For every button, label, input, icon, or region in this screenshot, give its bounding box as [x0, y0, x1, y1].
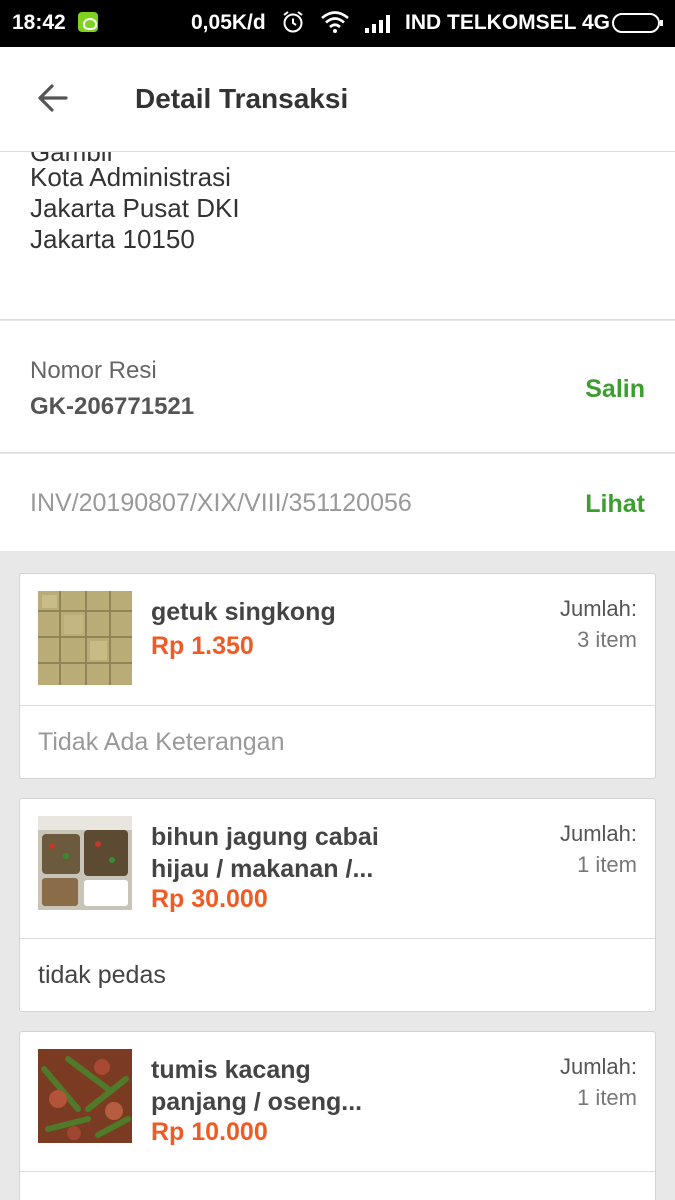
android-app-icon [78, 12, 98, 32]
battery-icon [612, 13, 663, 33]
product-note: Tidak Ada Keterangan [38, 728, 285, 756]
product-thumbnail [38, 1049, 132, 1143]
product-name: bihun jagung cabai hijau / makanan /... [151, 823, 379, 883]
invoice-section: INV/20190807/XIX/VIII/351120056 Lihat [0, 454, 675, 551]
status-bar: 18:42 0,05K/d IND TELKOMSEL 4G [0, 0, 675, 47]
view-invoice-button[interactable]: Lihat [585, 490, 645, 519]
product-price: Rp 10.000 [151, 1118, 268, 1146]
product-summary[interactable]: bihun jagung cabai hijau / makanan /... … [20, 799, 655, 939]
product-thumbnail [38, 591, 132, 685]
status-time: 18:42 [12, 11, 66, 34]
address-line: Jakarta Pusat DKI [30, 193, 240, 223]
tracking-number-label: Nomor Resi [30, 357, 157, 384]
product-price: Rp 30.000 [151, 885, 268, 913]
product-name: tumis kacang panjang / oseng... [151, 1056, 363, 1116]
copy-tracking-button[interactable]: Salin [585, 375, 645, 404]
quantity-label: Jumlah: [559, 821, 637, 846]
product-name: getuk singkong [151, 598, 336, 626]
address-line: Jakarta 10150 [30, 224, 195, 254]
invoice-number: INV/20190807/XIX/VIII/351120056 [30, 489, 412, 517]
product-card: bihun jagung cabai hijau / makanan /... … [19, 798, 656, 1012]
quantity-value: 3 item [577, 627, 637, 652]
network-speed: 0,05K/d [191, 11, 266, 34]
address-line: Kota Administrasi [30, 162, 231, 192]
shipping-address: Gambir Kota Administrasi Jakarta Pusat D… [0, 152, 675, 320]
quantity-value: 1 item [577, 1085, 637, 1110]
product-summary[interactable]: getuk singkong Rp 1.350 Jumlah: 3 item [20, 574, 655, 706]
alarm-icon [283, 11, 303, 33]
product-note: tidak pedas [38, 961, 166, 989]
app-bar: Detail Transaksi [0, 47, 675, 152]
product-price: Rp 1.350 [151, 632, 254, 660]
back-arrow-icon[interactable] [36, 81, 70, 115]
carrier-name: IND TELKOMSEL 4G [405, 11, 610, 34]
product-thumbnail [38, 816, 132, 910]
tracking-number-section: Nomor Resi GK-206771521 Salin [0, 321, 675, 453]
tracking-number-value: GK-206771521 [30, 393, 195, 420]
wifi-icon [321, 11, 349, 33]
page-title: Detail Transaksi [135, 83, 349, 114]
quantity-value: 1 item [577, 852, 637, 877]
product-summary[interactable]: tumis kacang panjang / oseng... Rp 10.00… [20, 1032, 655, 1172]
signal-icon [365, 15, 390, 33]
product-card: getuk singkong Rp 1.350 Jumlah: 3 item T… [19, 573, 656, 779]
product-note [20, 1172, 655, 1200]
quantity-label: Jumlah: [559, 596, 637, 621]
product-card: tumis kacang panjang / oseng... Rp 10.00… [19, 1031, 656, 1200]
quantity-label: Jumlah: [559, 1054, 637, 1079]
